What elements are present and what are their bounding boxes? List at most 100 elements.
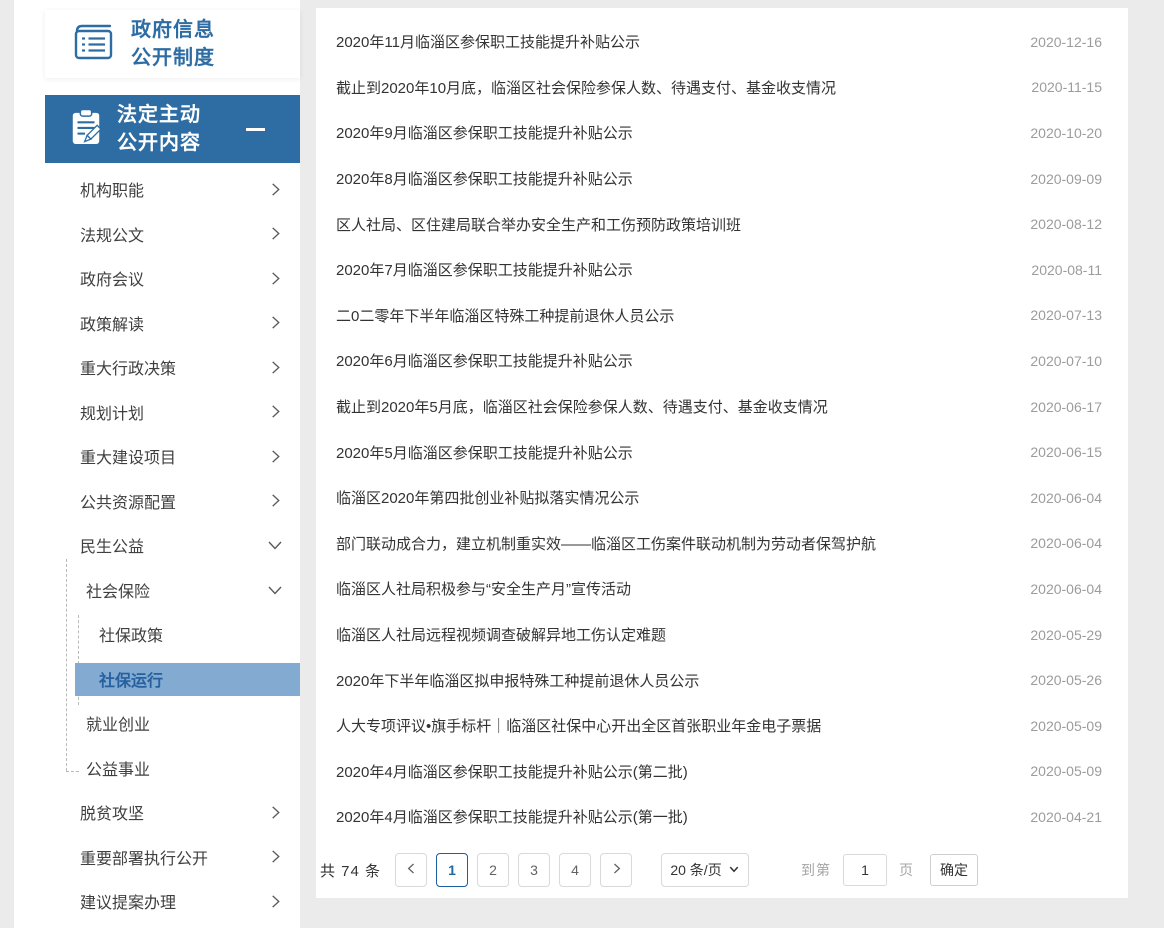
sidebar-menu-item[interactable]: 政策解读 bbox=[45, 301, 300, 346]
article-date: 2020-09-09 bbox=[1030, 171, 1102, 187]
sidebar-menu-item[interactable]: 民生公益 bbox=[45, 523, 300, 568]
sidebar-header-info-disclosure[interactable]: 政府信息 公开制度 bbox=[45, 10, 300, 78]
ledger-icon bbox=[69, 20, 117, 69]
article-row: 临淄区人社局积极参与“安全生产月”宣传活动 2020-06-04 bbox=[336, 566, 1102, 612]
article-row: 2020年11月临淄区参保职工技能提升补贴公示 2020-12-16 bbox=[336, 19, 1102, 65]
sidebar-menu-item-label: 重要部署执行公开 bbox=[80, 845, 208, 869]
sidebar-menu-item[interactable]: 社保政策 bbox=[45, 612, 300, 657]
page-size-select[interactable]: 20 条/页 bbox=[661, 853, 749, 887]
chevron-right-icon bbox=[268, 449, 283, 464]
sidebar-menu-item-label: 建议提案办理 bbox=[80, 889, 176, 913]
chevron-left-icon bbox=[405, 862, 418, 878]
article-row: 2020年4月临淄区参保职工技能提升补贴公示(第二批) 2020-05-09 bbox=[336, 749, 1102, 795]
next-page-button[interactable] bbox=[600, 853, 632, 887]
article-date: 2020-05-29 bbox=[1030, 627, 1102, 643]
goto-page-group: 到第 页 确定 bbox=[801, 854, 978, 886]
sidebar-menu-item-label: 公共资源配置 bbox=[80, 489, 176, 513]
article-date: 2020-05-09 bbox=[1030, 718, 1102, 734]
article-row: 临淄区2020年第四批创业补贴拟落实情况公示 2020-06-04 bbox=[336, 475, 1102, 521]
sidebar-section-legal-disclosure[interactable]: 法定主动 公开内容 bbox=[45, 95, 300, 163]
sidebar-menu-item[interactable]: 机构职能 bbox=[45, 167, 300, 212]
goto-page-input[interactable] bbox=[843, 854, 887, 886]
sidebar-menu-item-label: 规划计划 bbox=[80, 400, 144, 424]
clipboard-edit-icon bbox=[69, 107, 103, 152]
sidebar-menu-item[interactable]: 重要部署执行公开 bbox=[45, 835, 300, 880]
article-date: 2020-06-04 bbox=[1030, 581, 1102, 597]
article-row: 2020年9月临淄区参保职工技能提升补贴公示 2020-10-20 bbox=[336, 110, 1102, 156]
sidebar-menu-item[interactable]: 重大建设项目 bbox=[45, 434, 300, 479]
article-title-link[interactable]: 临淄区人社局积极参与“安全生产月”宣传活动 bbox=[336, 578, 631, 599]
page-number-button[interactable]: 4 bbox=[559, 853, 591, 887]
sidebar-menu-item[interactable]: 重大行政决策 bbox=[45, 345, 300, 390]
confirm-button[interactable]: 确定 bbox=[930, 854, 978, 886]
content-panel: 2020年11月临淄区参保职工技能提升补贴公示 2020-12-16 截止到20… bbox=[316, 8, 1128, 898]
chevron-right-icon bbox=[268, 805, 283, 820]
article-row: 部门联动成合力，建立机制重实效——临淄区工伤案件联动机制为劳动者保驾护航 202… bbox=[336, 521, 1102, 567]
sidebar-menu-item[interactable]: 政府会议 bbox=[45, 256, 300, 301]
article-title-link[interactable]: 二0二零年下半年临淄区特殊工种提前退休人员公示 bbox=[336, 305, 674, 326]
article-title-link[interactable]: 截止到2020年10月底，临淄区社会保险参保人数、待遇支付、基金收支情况 bbox=[336, 77, 836, 98]
article-date: 2020-04-21 bbox=[1030, 809, 1102, 825]
article-date: 2020-10-20 bbox=[1030, 125, 1102, 141]
sidebar-menu-item[interactable]: 公共资源配置 bbox=[45, 479, 300, 524]
sidebar-menu-item-label: 重大建设项目 bbox=[80, 444, 176, 468]
article-date: 2020-06-15 bbox=[1030, 444, 1102, 460]
sidebar-menu: 机构职能 法规公文 政府会议 政策解读 bbox=[45, 167, 300, 924]
sidebar-menu-item-label: 就业创业 bbox=[86, 711, 150, 735]
sidebar-menu-item-label: 重大行政决策 bbox=[80, 355, 176, 379]
page-number-label: 4 bbox=[571, 862, 579, 878]
page-number-label: 2 bbox=[489, 862, 497, 878]
sidebar-menu-item[interactable]: 社会保险 bbox=[45, 568, 300, 613]
article-date: 2020-06-17 bbox=[1030, 399, 1102, 415]
chevron-right-icon bbox=[268, 226, 283, 241]
article-row: 2020年4月临淄区参保职工技能提升补贴公示(第一批) 2020-04-21 bbox=[336, 794, 1102, 840]
article-title-link[interactable]: 2020年9月临淄区参保职工技能提升补贴公示 bbox=[336, 122, 633, 143]
page-number-button[interactable]: 2 bbox=[477, 853, 509, 887]
article-title-link[interactable]: 2020年4月临淄区参保职工技能提升补贴公示(第一批) bbox=[336, 806, 688, 827]
article-date: 2020-07-13 bbox=[1030, 307, 1102, 323]
article-row: 区人社局、区住建局联合举办安全生产和工伤预防政策培训班 2020-08-12 bbox=[336, 201, 1102, 247]
chevron-down-icon bbox=[267, 582, 283, 598]
article-title-link[interactable]: 临淄区人社局远程视频调查破解异地工伤认定难题 bbox=[336, 624, 666, 645]
sidebar-menu-item[interactable]: 公益事业 bbox=[45, 746, 300, 791]
article-row: 2020年6月临淄区参保职工技能提升补贴公示 2020-07-10 bbox=[336, 338, 1102, 384]
sidebar-menu-item[interactable]: 建议提案办理 bbox=[45, 879, 300, 924]
article-title-link[interactable]: 2020年5月临淄区参保职工技能提升补贴公示 bbox=[336, 442, 633, 463]
article-title-link[interactable]: 2020年11月临淄区参保职工技能提升补贴公示 bbox=[336, 31, 640, 52]
page-number-button[interactable]: 3 bbox=[518, 853, 550, 887]
article-row: 2020年5月临淄区参保职工技能提升补贴公示 2020-06-15 bbox=[336, 429, 1102, 475]
article-title-link[interactable]: 2020年6月临淄区参保职工技能提升补贴公示 bbox=[336, 350, 633, 371]
page-size-value: 20 条/页 bbox=[670, 860, 721, 880]
article-row: 人大专项评议•旗手标杆｜临淄区社保中心开出全区首张职业年金电子票据 2020-0… bbox=[336, 703, 1102, 749]
minus-icon[interactable] bbox=[246, 128, 265, 131]
article-title-link[interactable]: 区人社局、区住建局联合举办安全生产和工伤预防政策培训班 bbox=[336, 214, 741, 235]
article-title-link[interactable]: 2020年4月临淄区参保职工技能提升补贴公示(第二批) bbox=[336, 761, 688, 782]
article-date: 2020-12-16 bbox=[1030, 34, 1102, 50]
page-number-label: 1 bbox=[448, 862, 456, 878]
article-title-link[interactable]: 2020年8月临淄区参保职工技能提升补贴公示 bbox=[336, 168, 633, 189]
sidebar-menu-item[interactable]: 就业创业 bbox=[45, 701, 300, 746]
article-title-link[interactable]: 2020年下半年临淄区拟申报特殊工种提前退休人员公示 bbox=[336, 670, 699, 691]
chevron-right-icon bbox=[268, 849, 283, 864]
article-title-link[interactable]: 临淄区2020年第四批创业补贴拟落实情况公示 bbox=[336, 487, 639, 508]
article-row: 2020年8月临淄区参保职工技能提升补贴公示 2020-09-09 bbox=[336, 156, 1102, 202]
prev-page-button[interactable] bbox=[395, 853, 427, 887]
chevron-right-icon bbox=[268, 315, 283, 330]
sidebar: 政府信息 公开制度 法定主动 公 bbox=[14, 0, 300, 928]
article-list: 2020年11月临淄区参保职工技能提升补贴公示 2020-12-16 截止到20… bbox=[316, 8, 1128, 840]
sidebar-menu-item[interactable]: 脱贫攻坚 bbox=[45, 790, 300, 835]
sidebar-menu-item[interactable]: 社保运行 bbox=[45, 657, 300, 702]
sidebar-section-title: 法定主动 公开内容 bbox=[117, 101, 201, 157]
article-title-link[interactable]: 部门联动成合力，建立机制重实效——临淄区工伤案件联动机制为劳动者保驾护航 bbox=[336, 533, 876, 554]
page-number-button[interactable]: 1 bbox=[436, 853, 468, 887]
sidebar-menu-item-label: 公益事业 bbox=[86, 756, 150, 780]
article-row: 截止到2020年10月底，临淄区社会保险参保人数、待遇支付、基金收支情况 202… bbox=[336, 65, 1102, 111]
page-number-label: 3 bbox=[530, 862, 538, 878]
article-row: 临淄区人社局远程视频调查破解异地工伤认定难题 2020-05-29 bbox=[336, 612, 1102, 658]
article-title-link[interactable]: 人大专项评议•旗手标杆｜临淄区社保中心开出全区首张职业年金电子票据 bbox=[336, 715, 821, 736]
sidebar-menu-item[interactable]: 规划计划 bbox=[45, 390, 300, 435]
sidebar-menu-item[interactable]: 法规公文 bbox=[45, 212, 300, 257]
article-date: 2020-06-04 bbox=[1030, 490, 1102, 506]
article-title-link[interactable]: 2020年7月临淄区参保职工技能提升补贴公示 bbox=[336, 259, 633, 280]
article-title-link[interactable]: 截止到2020年5月底，临淄区社会保险参保人数、待遇支付、基金收支情况 bbox=[336, 396, 828, 417]
